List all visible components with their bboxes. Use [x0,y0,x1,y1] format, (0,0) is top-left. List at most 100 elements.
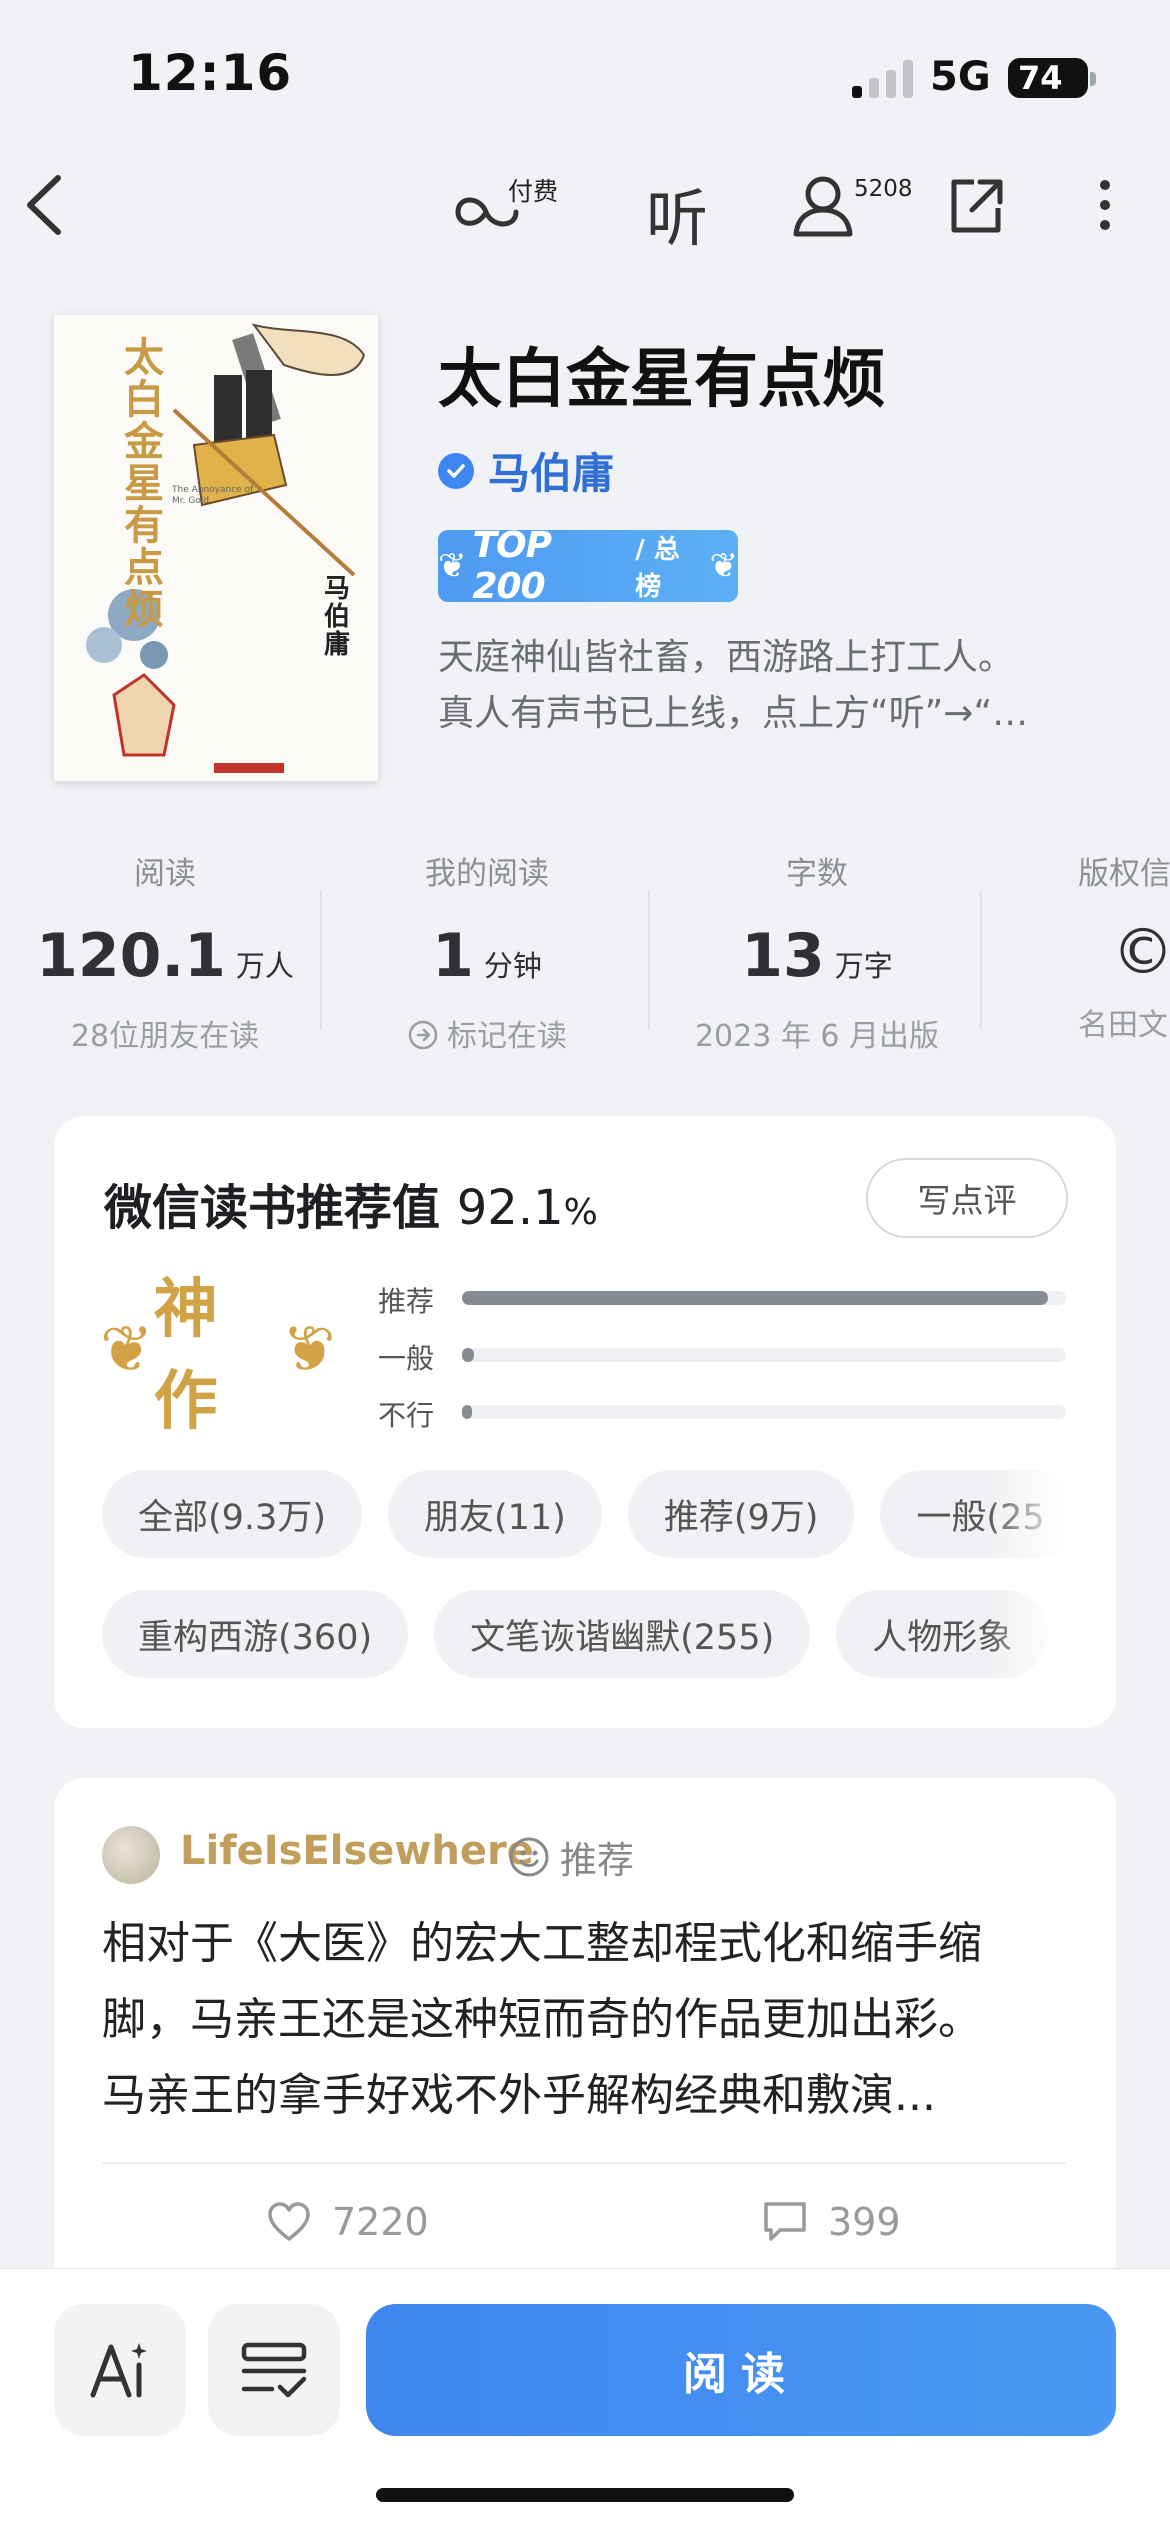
bar-track-average [462,1348,1066,1362]
stat-number: 120.1 [36,921,226,991]
divider [648,890,650,1030]
ai-icon [90,2343,147,2398]
back-button[interactable] [20,170,70,240]
recommend-title-text: 微信读书推荐值 [104,1180,441,1236]
copyright-icon: © [1112,915,1170,988]
review-line: 相对于《大医》的宏大工整却程式化和缩手缩 [102,1918,982,1969]
recommend-title: 微信读书推荐值 92.1% [104,1168,598,1238]
cover-title: 太白金星有点烦 [124,334,164,633]
stat-number: 1 [432,921,474,991]
review-text[interactable]: 相对于《大医》的宏大工整却程式化和缩手缩 脚，马亲王还是这种短而奇的作品更加出彩… [102,1906,1072,2134]
status-time: 12:16 [128,44,293,102]
write-review-button[interactable]: 写点评 [866,1158,1068,1238]
stat-label: 版权信 [1078,856,1170,892]
chip-tag[interactable]: 文笔诙谐幽默(255) [434,1590,811,1678]
share-button[interactable] [946,176,1006,236]
stat-sub: 名田文 [1078,1008,1168,1043]
review-tag-label: 推荐 [560,1839,634,1882]
mark-reading-label: 标记在读 [447,1019,567,1054]
laurel-right-icon: ❦ [709,546,739,586]
bar-track-bad [462,1405,1066,1419]
top200-badge[interactable]: ❦ TOP 200 / 总榜 ❦ [438,525,739,607]
chip-recommend[interactable]: 推荐(9万) [627,1470,855,1558]
share-icon [951,179,1003,233]
stat-value: 120.1 万人 [0,921,330,991]
chip-all[interactable]: 全部(9.3万) [102,1470,362,1558]
divider [980,890,982,1030]
author-link[interactable]: 马伯庸 [438,440,614,501]
description-line: 天庭神仙皆社畜，西游路上打工人。 [438,637,1015,678]
bar-fill [462,1291,1048,1305]
book-cover[interactable]: 太白金星有点烦 马伯庸 The Annoyance of Mr. Gold [54,315,378,781]
reader-count: 5208 [854,176,913,202]
cover-subtitle: The Annoyance of Mr. Gold [172,485,254,506]
bar-label: 一般 [378,1342,435,1375]
cover-illustration [54,315,378,781]
mark-reading-button[interactable]: 标记在读 [322,1011,652,1055]
arrow-circle-icon [408,1020,438,1050]
book-description[interactable]: 天庭神仙皆社畜，西游路上打工人。 真人有声书已上线，点上方“听”→“… [438,630,1128,742]
review-line: 马亲王的拿手好戏不外乎解构经典和敷演... [102,2070,936,2121]
badge-top: TOP 200 [472,525,553,607]
cover-author: 马伯庸 [324,574,351,660]
stat-unit: 分钟 [483,949,542,983]
percent-sign: % [563,1192,598,1233]
stat-value: 13 万字 [652,921,982,991]
like-button[interactable]: 7220 [266,2200,429,2244]
author-name: 马伯庸 [488,449,615,498]
readers-button[interactable]: 5208 [790,172,920,242]
comment-icon [764,2202,806,2241]
paid-listen-button[interactable]: 付费 [452,176,572,236]
stat-word-count[interactable]: 字数 13 万字 2023 年 6 月出版 [652,848,982,1055]
stat-copyright[interactable]: 版权信 © 名田文 [1060,848,1170,1044]
stat-label: 我的阅读 [425,856,549,892]
signal-icon [852,58,916,98]
chip-tag[interactable]: 重构西游(360) [102,1590,409,1678]
like-count: 7220 [332,2200,429,2244]
rating-level: ❦ 神作 ❦ [100,1273,336,1439]
listen-button[interactable]: 听 [646,168,708,258]
stat-sub: 28位朋友在读 [70,1019,260,1054]
filter-chips-row: 全部(9.3万) 朋友(11) 推荐(9万) 一般(25 [102,1470,1066,1566]
reviewer-name[interactable]: LifeIsElsewhere [180,1828,534,1874]
stat-label: 阅读 [134,856,196,892]
stat-sub: 2023 年 6 月出版 [694,1019,940,1054]
laurel-left-icon: ❦ [100,1313,154,1387]
stat-value: 1 分钟 [322,921,652,991]
heart-icon [268,2202,310,2241]
bar-label: 不行 [378,1399,435,1432]
battery-level: 74 [1018,59,1063,97]
bar-fill [462,1348,474,1362]
stat-unit: 万人 [235,949,294,983]
read-button[interactable]: 阅读 [366,2304,1116,2436]
bar-track-recommend [462,1291,1066,1305]
paid-label: 付费 [508,177,559,206]
more-button[interactable] [1090,180,1120,240]
stat-number: 13 [741,921,825,991]
person-icon [793,176,853,237]
stat-my-reading[interactable]: 我的阅读 1 分钟 标记在读 [322,848,652,1055]
stat-reads[interactable]: 阅读 120.1 万人 28位朋友在读 [0,848,330,1055]
laurel-right-icon: ❦ [282,1313,336,1387]
smile-icon [509,1837,549,1877]
description-line: 真人有声书已上线，点上方“听”→“… [438,693,1029,734]
home-indicator[interactable] [376,2488,794,2502]
verified-icon [438,452,474,489]
ai-button[interactable] [54,2304,186,2436]
shelf-icon [241,2342,307,2398]
badge-list: / 总榜 [635,535,680,602]
network-label: 5G [930,54,991,100]
more-icon [1090,180,1120,230]
laurel-left-icon: ❦ [438,546,467,586]
review-line: 脚，马亲王还是这种短而奇的作品更加出彩。 [102,1994,982,2045]
stat-unit: 万字 [834,949,893,983]
avatar[interactable] [102,1826,160,1884]
fade-overlay [986,1590,1066,1686]
chip-friends[interactable]: 朋友(11) [387,1470,602,1558]
divider [102,2162,1066,2164]
comment-count: 399 [828,2200,901,2244]
add-to-shelf-button[interactable] [208,2304,340,2436]
rating-level-text: 神作 [153,1273,220,1439]
tag-chips-row: 重构西游(360) 文笔诙谐幽默(255) 人物形象 [102,1590,1066,1686]
comment-button[interactable]: 399 [762,2200,901,2244]
